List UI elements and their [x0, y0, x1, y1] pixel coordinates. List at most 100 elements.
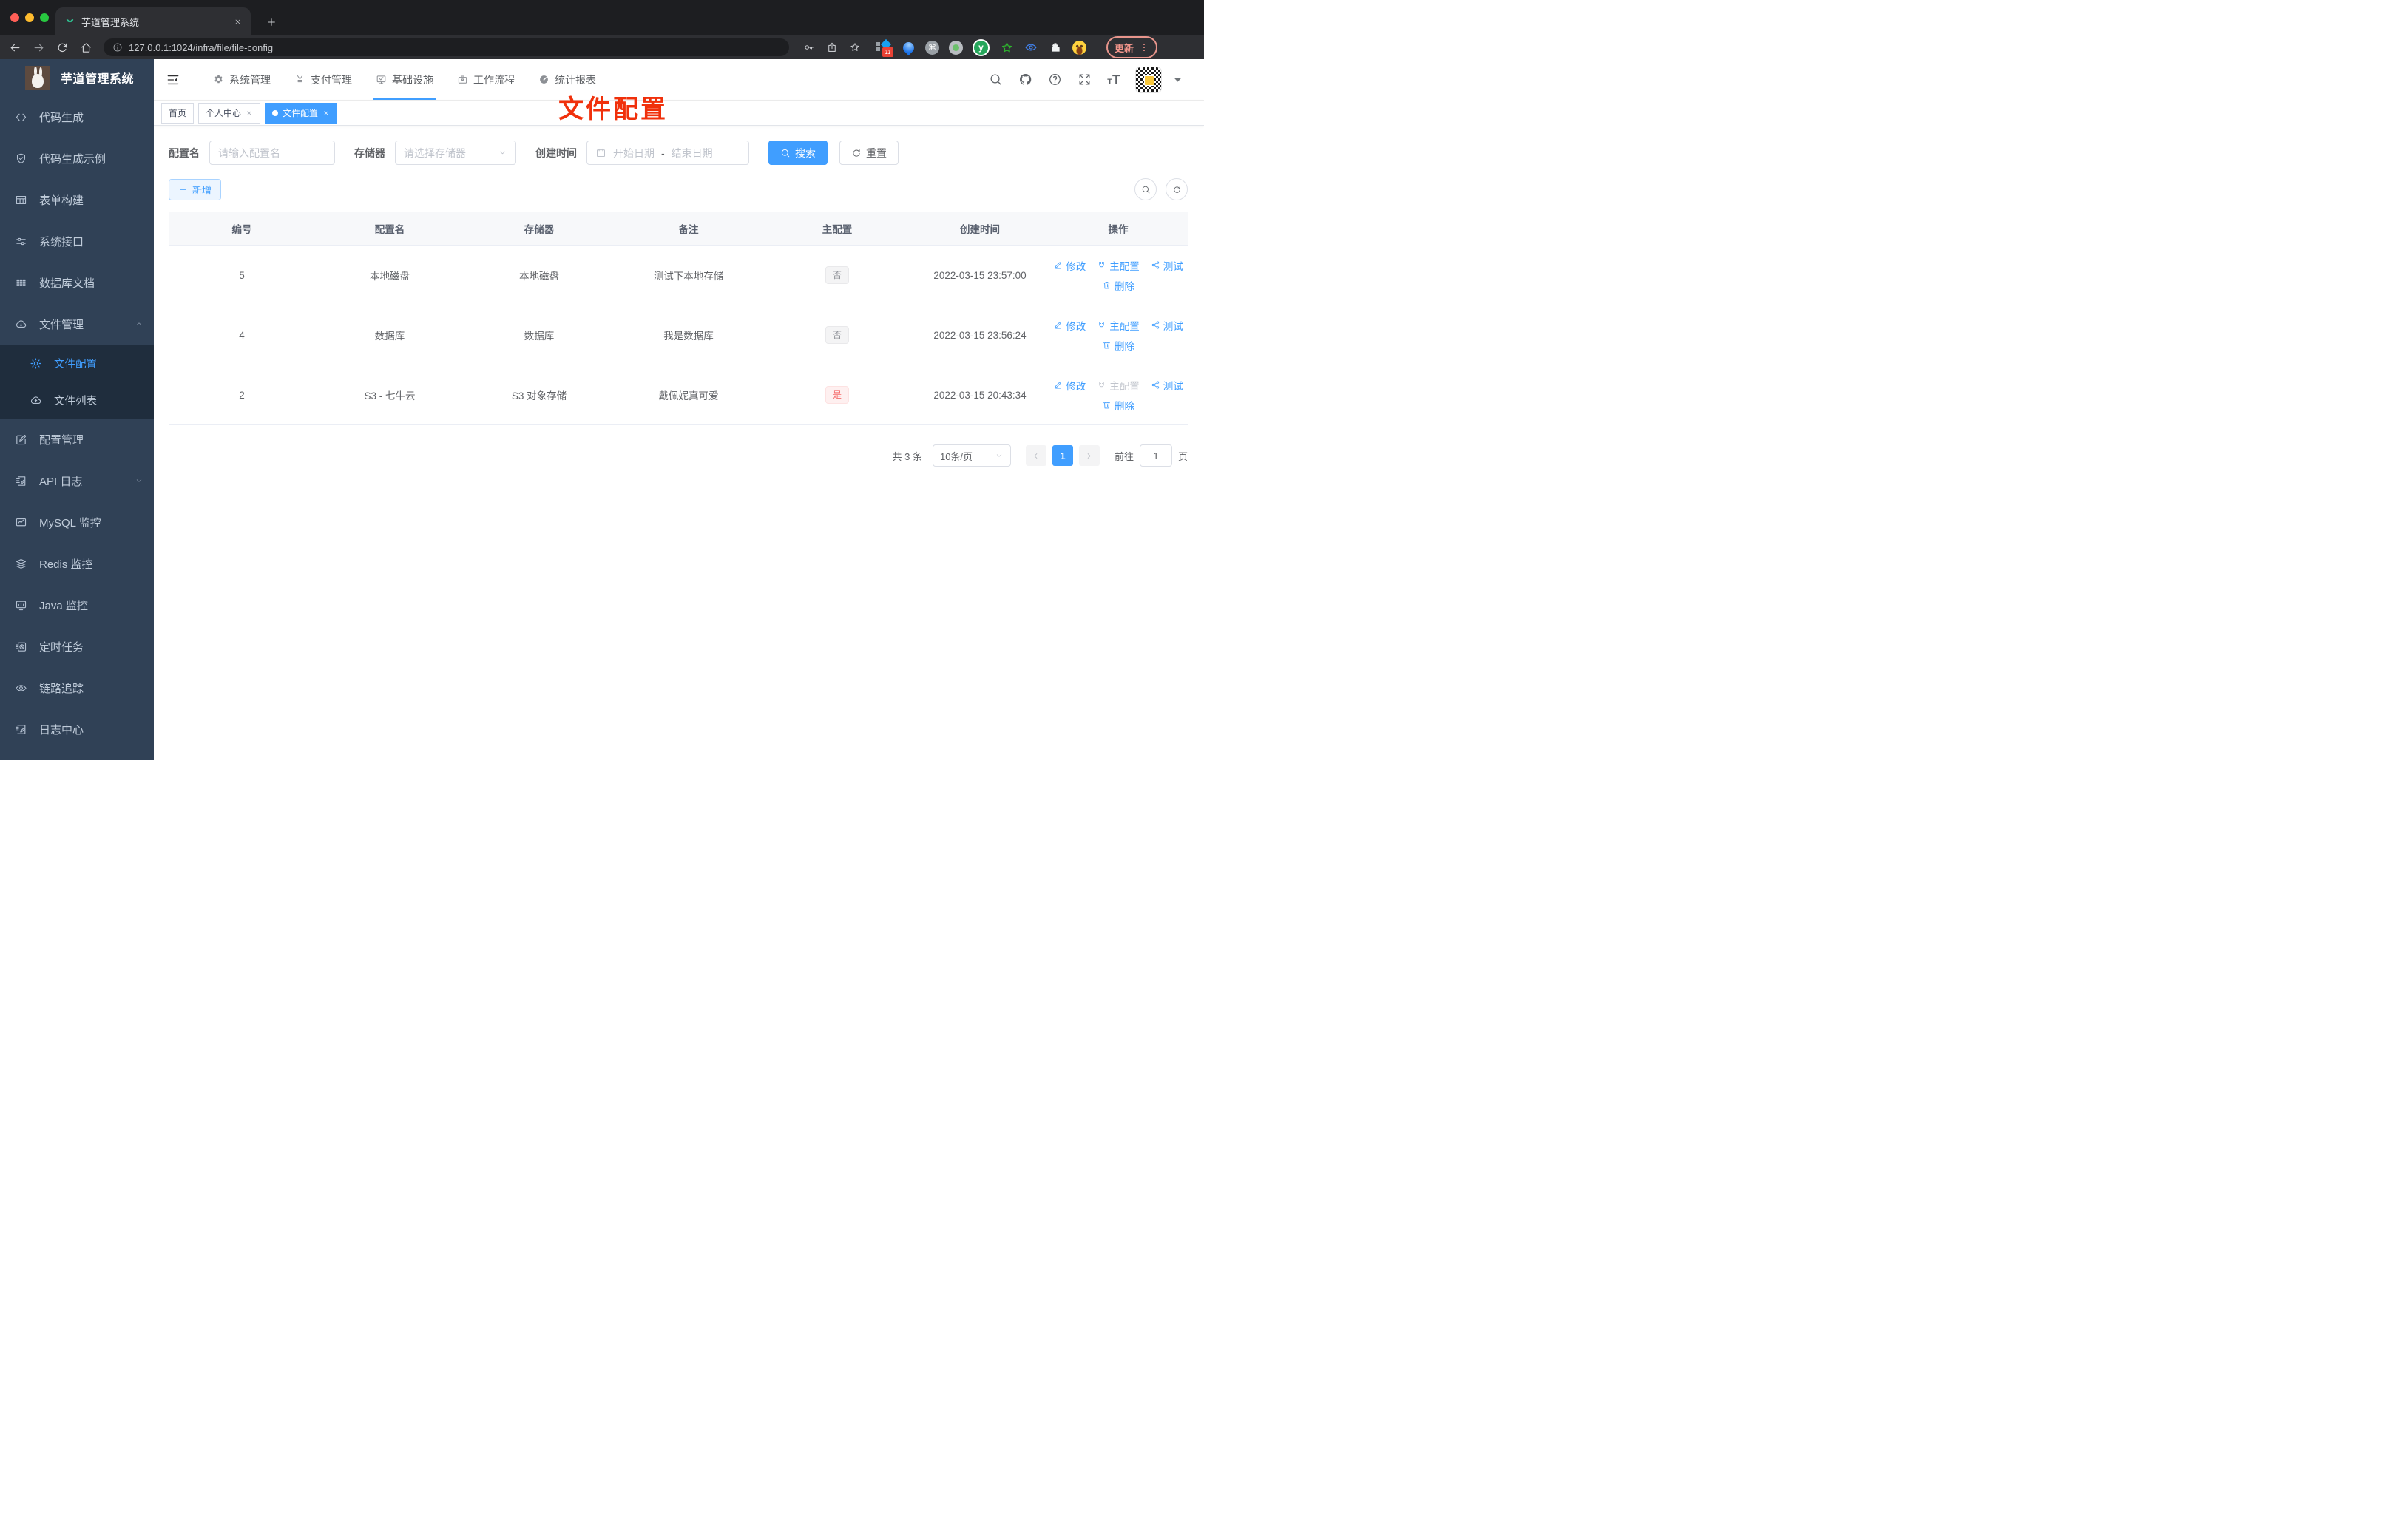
reset-button[interactable]: 重置 — [839, 141, 899, 165]
edit-action[interactable]: 修改 — [1053, 318, 1086, 333]
sidebar-item-code-gen[interactable]: 代码生成 — [0, 96, 154, 138]
browser-menu-icon[interactable] — [1139, 42, 1149, 53]
sidebar-item-redis-monitor[interactable]: Redis 监控 — [0, 543, 154, 584]
sidebar-collapse-icon[interactable] — [161, 72, 185, 87]
master-action[interactable]: 主配置 — [1097, 318, 1140, 333]
tab-close-icon[interactable] — [234, 18, 242, 26]
close-icon[interactable] — [246, 109, 253, 117]
delete-action[interactable]: 删除 — [1102, 338, 1134, 353]
close-window-button[interactable] — [10, 13, 19, 22]
site-info-icon[interactable] — [112, 42, 123, 53]
sidebar-item-form-build[interactable]: 表单构建 — [0, 179, 154, 220]
fullscreen-icon[interactable] — [1078, 72, 1092, 87]
active-dot — [272, 109, 279, 116]
monitor-icon — [15, 599, 27, 612]
help-icon[interactable] — [1048, 72, 1062, 87]
sidebar-item-file-mgmt[interactable]: 文件管理 — [0, 303, 154, 345]
master-action[interactable]: 主配置 — [1097, 258, 1140, 273]
cloud-down-icon — [15, 318, 27, 331]
forward-button[interactable] — [33, 41, 45, 54]
sidebar-item-code-demo[interactable]: 代码生成示例 — [0, 138, 154, 179]
browser-tab[interactable]: 芋道管理系统 — [55, 7, 251, 35]
cell-id: 2 — [169, 365, 315, 425]
extension-balloon-icon[interactable] — [900, 39, 916, 55]
toggle-search-button[interactable] — [1134, 178, 1157, 200]
edit-action[interactable]: 修改 — [1053, 378, 1086, 393]
browser-toolbar: 127.0.0.1:1024/infra/file/file-config 11… — [0, 35, 1204, 59]
test-action[interactable]: 测试 — [1151, 378, 1183, 393]
prev-page-button[interactable] — [1025, 445, 1046, 466]
sidebar-item-db-doc[interactable]: 数据库文档 — [0, 262, 154, 303]
extensions-puzzle-icon[interactable] — [1048, 40, 1063, 55]
nav-menu-system[interactable]: 系统管理 — [201, 59, 283, 100]
nav-menu-workflow[interactable]: 工作流程 — [445, 59, 527, 100]
extension-command-icon[interactable]: ⌘ — [925, 40, 939, 55]
new-tab-button[interactable] — [266, 16, 277, 28]
column-header: 配置名 — [315, 212, 464, 246]
tag-view-item[interactable]: 首页 — [161, 102, 195, 124]
bookmark-icon[interactable] — [849, 41, 861, 53]
browser-update-button[interactable]: 更新 — [1106, 36, 1158, 58]
reload-button[interactable] — [56, 41, 69, 54]
font-size-icon[interactable]: TT — [1107, 73, 1120, 87]
page-unit-label: 页 — [1177, 450, 1188, 462]
sidebar-item-mysql-monitor[interactable]: MySQL 监控 — [0, 501, 154, 543]
sidebar-item-log-center[interactable]: 日志中心 — [0, 708, 154, 750]
tab-title: 芋道管理系统 — [81, 16, 140, 28]
app-logo[interactable]: 芋道管理系统 — [0, 59, 154, 96]
nav-menu-infra[interactable]: 基础设施 — [364, 59, 445, 100]
tag-view-item[interactable]: 个人中心 — [198, 102, 261, 124]
extension-star-icon[interactable] — [999, 40, 1014, 55]
extension-grid-icon[interactable]: 11 — [876, 38, 893, 57]
password-manager-icon[interactable] — [803, 41, 815, 53]
avatar[interactable] — [1135, 66, 1162, 93]
minimize-window-button[interactable] — [25, 13, 34, 22]
zoom-window-button[interactable] — [40, 13, 49, 22]
refresh-table-button[interactable] — [1166, 178, 1188, 200]
window-controls[interactable] — [10, 13, 49, 22]
delete-action[interactable]: 删除 — [1102, 278, 1134, 293]
sidebar-item-file-config[interactable]: 文件配置 — [0, 345, 154, 382]
tag-view-item[interactable]: 文件配置 — [265, 102, 338, 124]
stack-icon — [15, 558, 27, 570]
user-dropdown-caret-icon[interactable] — [1171, 72, 1185, 87]
search-button[interactable]: 搜索 — [768, 141, 828, 165]
sidebar-item-trace[interactable]: 链路追踪 — [0, 667, 154, 708]
column-header: 创建时间 — [911, 212, 1049, 246]
date-range-picker[interactable]: 开始日期 - 结束日期 — [586, 141, 749, 165]
back-button[interactable] — [9, 41, 21, 54]
sidebar-item-file-list[interactable]: 文件列表 — [0, 382, 154, 419]
extension-emoji-icon[interactable] — [1072, 40, 1086, 55]
storage-select[interactable]: 请选择存储器 — [395, 141, 516, 165]
sidebar-item-scheduled-job[interactable]: 定时任务 — [0, 626, 154, 667]
page-number-button[interactable]: 1 — [1052, 445, 1073, 466]
sidebar-item-api-log[interactable]: API 日志 — [0, 460, 154, 501]
search-icon[interactable] — [989, 72, 1003, 87]
magnet-icon — [1097, 260, 1106, 270]
next-page-button[interactable] — [1078, 445, 1100, 466]
extension-y-icon[interactable]: y — [973, 38, 990, 56]
extension-eye-icon[interactable] — [1024, 40, 1038, 55]
browser-chrome: 芋道管理系统 127.0.0.1:1024/infra/file/file-co… — [0, 0, 1204, 59]
extension-record-icon[interactable] — [949, 40, 963, 55]
cell-created: 2022-03-15 23:57:00 — [911, 245, 1049, 305]
page-size-select[interactable]: 10条/页 — [932, 444, 1011, 467]
test-action[interactable]: 测试 — [1151, 318, 1183, 333]
home-button[interactable] — [80, 41, 92, 54]
config-name-input[interactable]: 请输入配置名 — [209, 141, 335, 165]
sidebar-item-java-monitor[interactable]: Java 监控 — [0, 584, 154, 626]
sidebar-item-system-api[interactable]: 系统接口 — [0, 220, 154, 262]
add-button[interactable]: 新增 — [169, 178, 222, 200]
close-icon[interactable] — [322, 109, 330, 117]
cell-master: 否 — [763, 245, 911, 305]
address-bar[interactable]: 127.0.0.1:1024/infra/file/file-config — [104, 38, 789, 56]
master-action[interactable]: 主配置 — [1097, 378, 1140, 393]
delete-action[interactable]: 删除 — [1102, 398, 1134, 413]
nav-menu-payment[interactable]: 支付管理 — [283, 59, 364, 100]
goto-page-input[interactable] — [1139, 444, 1172, 467]
test-action[interactable]: 测试 — [1151, 258, 1183, 273]
share-icon[interactable] — [826, 41, 838, 53]
sidebar-item-config-mgmt[interactable]: 配置管理 — [0, 419, 154, 460]
edit-action[interactable]: 修改 — [1053, 258, 1086, 273]
github-icon[interactable] — [1018, 72, 1032, 87]
